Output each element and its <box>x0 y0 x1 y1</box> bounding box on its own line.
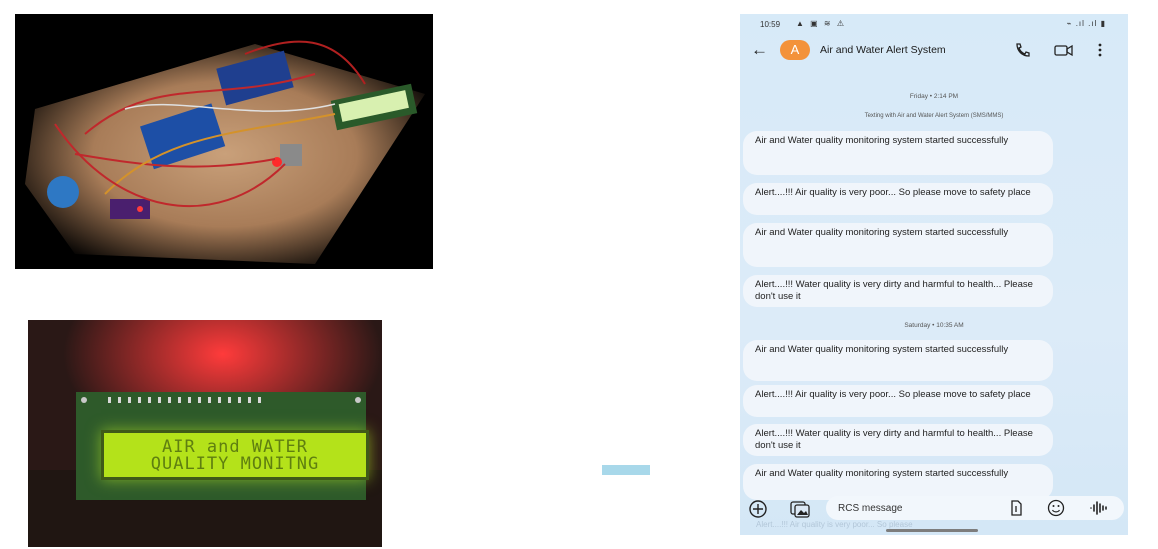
message-bubble[interactable]: Air and Water quality monitoring system … <box>743 223 1053 267</box>
lcd-screen: AIR and WATER QUALITY MONITNG <box>101 430 369 480</box>
date-separator: Friday • 2:14 PM <box>909 93 959 100</box>
sim-card-icon[interactable] <box>1008 500 1024 516</box>
emoji-icon[interactable] <box>1047 499 1065 517</box>
signal-battery-icons: ⌁ .ıl .ıl ▮ <box>1066 19 1106 28</box>
faded-message-preview: Alert....!!! Air quality is very poor...… <box>756 520 913 529</box>
circuit-board-photo <box>15 14 433 269</box>
date-separator: Saturday • 10:35 AM <box>904 322 964 329</box>
add-attachment-icon[interactable] <box>748 499 768 519</box>
voice-message-icon[interactable] <box>1089 500 1109 516</box>
message-bubble[interactable]: Alert....!!! Air quality is very poor...… <box>743 183 1053 215</box>
phone-call-icon[interactable] <box>1014 42 1032 58</box>
video-call-icon[interactable] <box>1054 42 1074 58</box>
more-options-icon[interactable] <box>1096 42 1104 58</box>
message-bubble[interactable]: Alert....!!! Water quality is very dirty… <box>743 424 1053 456</box>
message-bubble[interactable]: Air and Water quality monitoring system … <box>743 464 1053 500</box>
status-time: 10:59 <box>760 20 781 29</box>
compose-bar: RCS message <box>740 496 1128 522</box>
notification-icons: ▲ ▣ ≋ ⚠ <box>796 19 847 28</box>
home-indicator[interactable] <box>886 529 978 532</box>
message-bubble[interactable]: Alert....!!! Air quality is very poor...… <box>743 385 1053 417</box>
gallery-icon[interactable] <box>789 499 811 519</box>
message-bubble[interactable]: Air and Water quality monitoring system … <box>743 131 1053 175</box>
conversation-header: ← A Air and Water Alert System <box>740 38 1128 66</box>
lcd-display-photo: AIR and WATER QUALITY MONITNG <box>28 320 382 547</box>
back-arrow-icon[interactable]: ← <box>751 40 768 60</box>
message-bubble[interactable]: Alert....!!! Water quality is very dirty… <box>743 275 1053 307</box>
thread-info: Texting with Air and Water Alert System … <box>864 113 1004 119</box>
contact-name[interactable]: Air and Water Alert System <box>820 44 946 56</box>
divider-bar <box>602 465 650 475</box>
message-input-placeholder: RCS message <box>838 503 903 514</box>
status-bar: 10:59 ▲ ▣ ≋ ⚠ ⌁ .ıl .ıl ▮ <box>740 14 1128 34</box>
avatar[interactable]: A <box>780 40 810 60</box>
lcd-line-2: QUALITY MONITNG <box>150 454 320 474</box>
phone-messages-screen: 10:59 ▲ ▣ ≋ ⚠ ⌁ .ıl .ıl ▮ ← A Air and Wa… <box>740 14 1128 535</box>
message-bubble[interactable]: Air and Water quality monitoring system … <box>743 340 1053 381</box>
